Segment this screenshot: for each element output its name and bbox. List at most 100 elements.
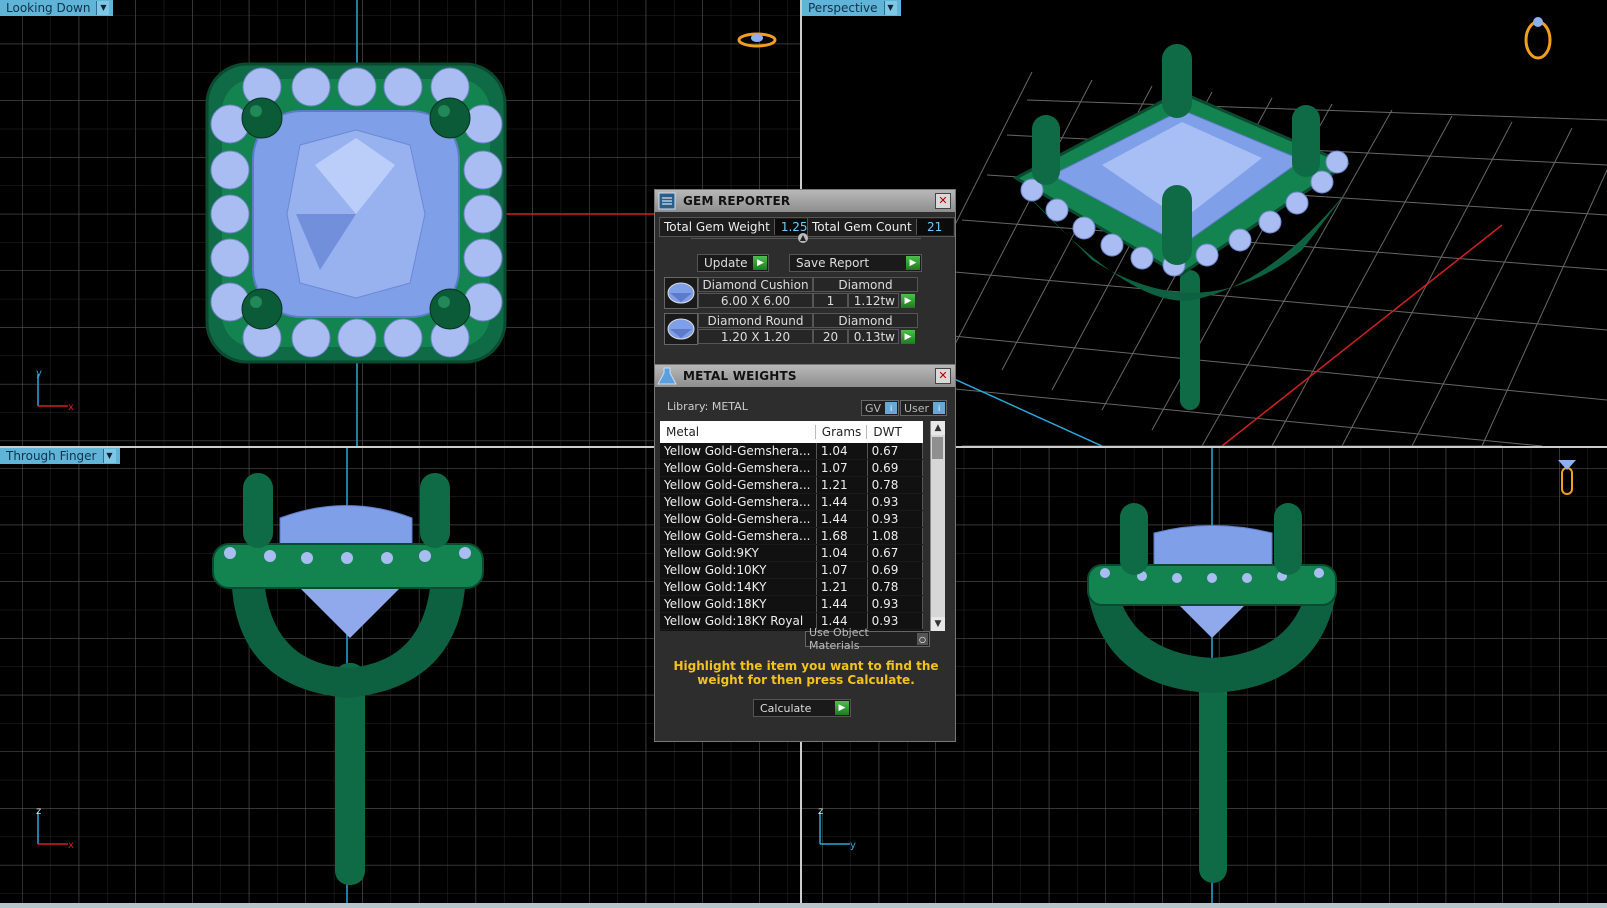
metal-grams: 1.21 (816, 578, 868, 596)
user-toggle-label: User (904, 401, 930, 415)
metal-dwt: 0.93 (867, 595, 923, 613)
metal-weights-title: METAL WEIGHTS (683, 369, 797, 383)
chevron-down-icon[interactable]: ▼ (883, 1, 897, 15)
table-row[interactable]: Yellow Gold-Gemshera... 1.44 0.93 (660, 510, 923, 528)
table-row[interactable]: Yellow Gold-Gemshera... 1.04 0.67 (660, 443, 923, 460)
axis-label-b: x (68, 402, 74, 413)
play-icon: ▶ (906, 256, 920, 270)
save-report-button-label: Save Report (796, 256, 870, 270)
user-toggle[interactable]: User i (900, 400, 948, 416)
column-metal[interactable]: Metal (660, 425, 816, 439)
ring-perspective-view[interactable] (1012, 44, 1352, 410)
play-icon[interactable]: ▶ (901, 330, 915, 344)
axis-label-a: z (818, 808, 823, 817)
table-row[interactable]: Yellow Gold-Gemshera... 1.21 0.78 (660, 476, 923, 494)
ring-top-view[interactable] (205, 62, 507, 364)
scrollbar[interactable]: ▲ ▼ (930, 421, 945, 631)
metal-weights-titlebar[interactable]: METAL WEIGHTS ✕ (655, 365, 955, 387)
metal-grams: 1.07 (816, 459, 868, 477)
metal-table: Yellow Gold-Gemshera... 1.04 0.67 Yellow Go… (660, 443, 923, 630)
table-row[interactable]: Yellow Gold-Gemshera... 1.68 1.08 (660, 527, 923, 545)
gem-reporter-titlebar[interactable]: GEM REPORTER ✕ (655, 190, 955, 212)
scroll-down-icon[interactable]: ▼ (931, 617, 945, 631)
metal-name: Yellow Gold:10KY (660, 561, 817, 579)
chevron-down-icon[interactable]: ▼ (96, 1, 110, 15)
table-row[interactable]: Yellow Gold-Gemshera... 1.44 0.93 (660, 493, 923, 511)
gv-toggle-label: GV (865, 401, 882, 415)
gem-count: 20 (813, 329, 848, 344)
play-icon: ▶ (835, 701, 849, 715)
save-report-button[interactable]: Save Report ▶ (789, 254, 922, 272)
gem-count: 1 (813, 293, 848, 308)
gem-row[interactable]: Diamond Round Diamond 1.20 X 1.20 20 0.1… (664, 313, 920, 345)
metal-name: Yellow Gold:18KY Royal (660, 612, 817, 630)
use-object-materials-label: Use Object Materials (809, 626, 869, 652)
metal-name: Yellow Gold-Gemshera... (660, 459, 817, 477)
viewport-label-through-finger[interactable]: Through Finger ▼ (0, 448, 120, 464)
gem-name: Diamond Cushion (698, 277, 813, 292)
close-icon[interactable]: ✕ (935, 193, 951, 209)
ring-icon[interactable] (1524, 17, 1552, 60)
metal-table-body[interactable]: Yellow Gold-Gemshera... 1.04 0.67 Yellow Go… (660, 443, 923, 631)
library-label: Library: METAL (667, 400, 748, 413)
play-icon: ▶ (753, 256, 768, 270)
metal-name: Yellow Gold:9KY (660, 544, 817, 562)
axis-label-a: z (36, 808, 41, 817)
table-row[interactable]: Yellow Gold:14KY 1.21 0.78 (660, 578, 923, 596)
metal-dwt: 0.78 (867, 476, 923, 494)
metal-dwt: 0.78 (867, 578, 923, 596)
gem-round-icon (664, 313, 698, 345)
calculate-button-label: Calculate (760, 701, 812, 715)
update-button[interactable]: Update ▶ (697, 254, 770, 272)
metal-table-header: Metal Grams DWT (660, 421, 923, 443)
axis-label-a: y (36, 370, 42, 379)
axis-label-b: x (68, 840, 74, 851)
metal-grams: 1.44 (816, 493, 868, 511)
update-button-label: Update (704, 256, 748, 270)
scroll-up-icon[interactable]: ▲ (931, 421, 945, 435)
gem-row[interactable]: Diamond Cushion Diamond 6.00 X 6.00 1 1.… (664, 277, 920, 309)
metal-dwt: 0.93 (867, 510, 923, 528)
metal-dwt: 0.69 (867, 561, 923, 579)
total-gem-count: Total Gem Count 21 (807, 217, 955, 237)
chevron-down-icon[interactable]: ▼ (102, 449, 116, 463)
viewport-label-perspective[interactable]: Perspective ▼ (802, 0, 901, 16)
table-row[interactable]: Yellow Gold:10KY 1.07 0.69 (660, 561, 923, 579)
table-row[interactable]: Yellow Gold:9KY 1.04 0.67 (660, 544, 923, 562)
gem-size: 6.00 X 6.00 (698, 293, 813, 308)
gem-material: Diamond (813, 313, 918, 328)
metal-name: Yellow Gold-Gemshera... (660, 476, 817, 494)
table-row[interactable]: Yellow Gold-Gemshera... 1.07 0.69 (660, 459, 923, 477)
metal-grams: 1.21 (816, 476, 868, 494)
metal-grams: 1.44 (816, 510, 868, 528)
total-gem-weight-label: Total Gem Weight (664, 220, 770, 234)
info-icon: i (933, 402, 946, 414)
gv-toggle[interactable]: GV i (861, 400, 900, 416)
metal-dwt: 0.69 (867, 459, 923, 477)
flask-icon (655, 365, 679, 387)
metal-name: Yellow Gold-Gemshera... (660, 527, 817, 545)
table-row[interactable]: Yellow Gold:18KY 1.44 0.93 (660, 595, 923, 613)
collapse-icon[interactable]: ▲ (798, 233, 808, 243)
axis-indicator: z y (818, 808, 856, 851)
calculate-button[interactable]: Calculate ▶ (753, 699, 851, 717)
metal-dwt: 0.67 (867, 443, 923, 460)
metal-dwt: 0.67 (867, 544, 923, 562)
gem-reporter-panel[interactable]: GEM REPORTER ✕ Total Gem Weight 1.25 Tot… (654, 189, 956, 365)
column-dwt[interactable]: DWT (867, 425, 923, 439)
viewport-label-looking-down[interactable]: Looking Down ▼ (0, 0, 114, 16)
gem-material: Diamond (813, 277, 918, 292)
metal-name: Yellow Gold-Gemshera... (660, 443, 817, 460)
use-object-materials-toggle[interactable]: Use Object Materials ○ (805, 626, 930, 652)
scroll-thumb[interactable] (932, 437, 943, 459)
metal-name: Yellow Gold:18KY (660, 595, 817, 613)
metal-weights-panel[interactable]: METAL WEIGHTS ✕ Library: METAL GV i User… (654, 364, 956, 742)
gem-weight: 1.12tw (848, 293, 899, 308)
viewport-label-text: Perspective (808, 1, 878, 15)
close-icon[interactable]: ✕ (935, 368, 951, 384)
column-grams[interactable]: Grams (816, 425, 868, 439)
options-icon: ○ (917, 633, 928, 645)
metal-name: Yellow Gold-Gemshera... (660, 510, 817, 528)
total-gem-count-value: 21 (915, 219, 953, 235)
play-icon[interactable]: ▶ (901, 294, 915, 308)
